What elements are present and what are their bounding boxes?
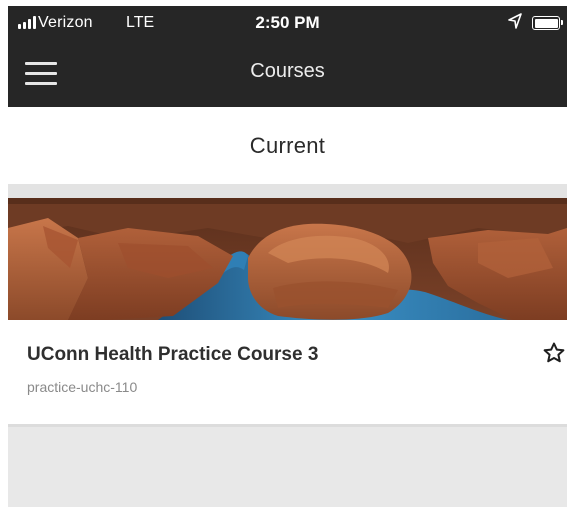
canyon-landscape-image bbox=[8, 198, 567, 320]
status-bar: Verizon LTE 2:50 PM bbox=[8, 6, 567, 42]
course-banner-image bbox=[8, 198, 567, 320]
page-title: Courses bbox=[250, 60, 325, 82]
course-title: UConn Health Practice Course 3 bbox=[27, 344, 319, 365]
course-code: practice-uchc-110 bbox=[27, 379, 138, 395]
favorite-button[interactable] bbox=[542, 341, 566, 365]
location-arrow-icon bbox=[508, 13, 522, 29]
top-bar: Verizon LTE 2:50 PM Courses bbox=[8, 6, 567, 107]
course-card[interactable]: UConn Health Practice Course 3 practice-… bbox=[8, 198, 567, 424]
star-outline-icon bbox=[543, 342, 565, 363]
battery-full-icon bbox=[532, 16, 563, 30]
status-time: 2:50 PM bbox=[255, 13, 320, 32]
section-heading-current: Current bbox=[249, 133, 326, 158]
empty-list-area bbox=[8, 424, 567, 507]
navigation-bar: Courses bbox=[8, 50, 567, 100]
section-divider bbox=[8, 184, 567, 198]
